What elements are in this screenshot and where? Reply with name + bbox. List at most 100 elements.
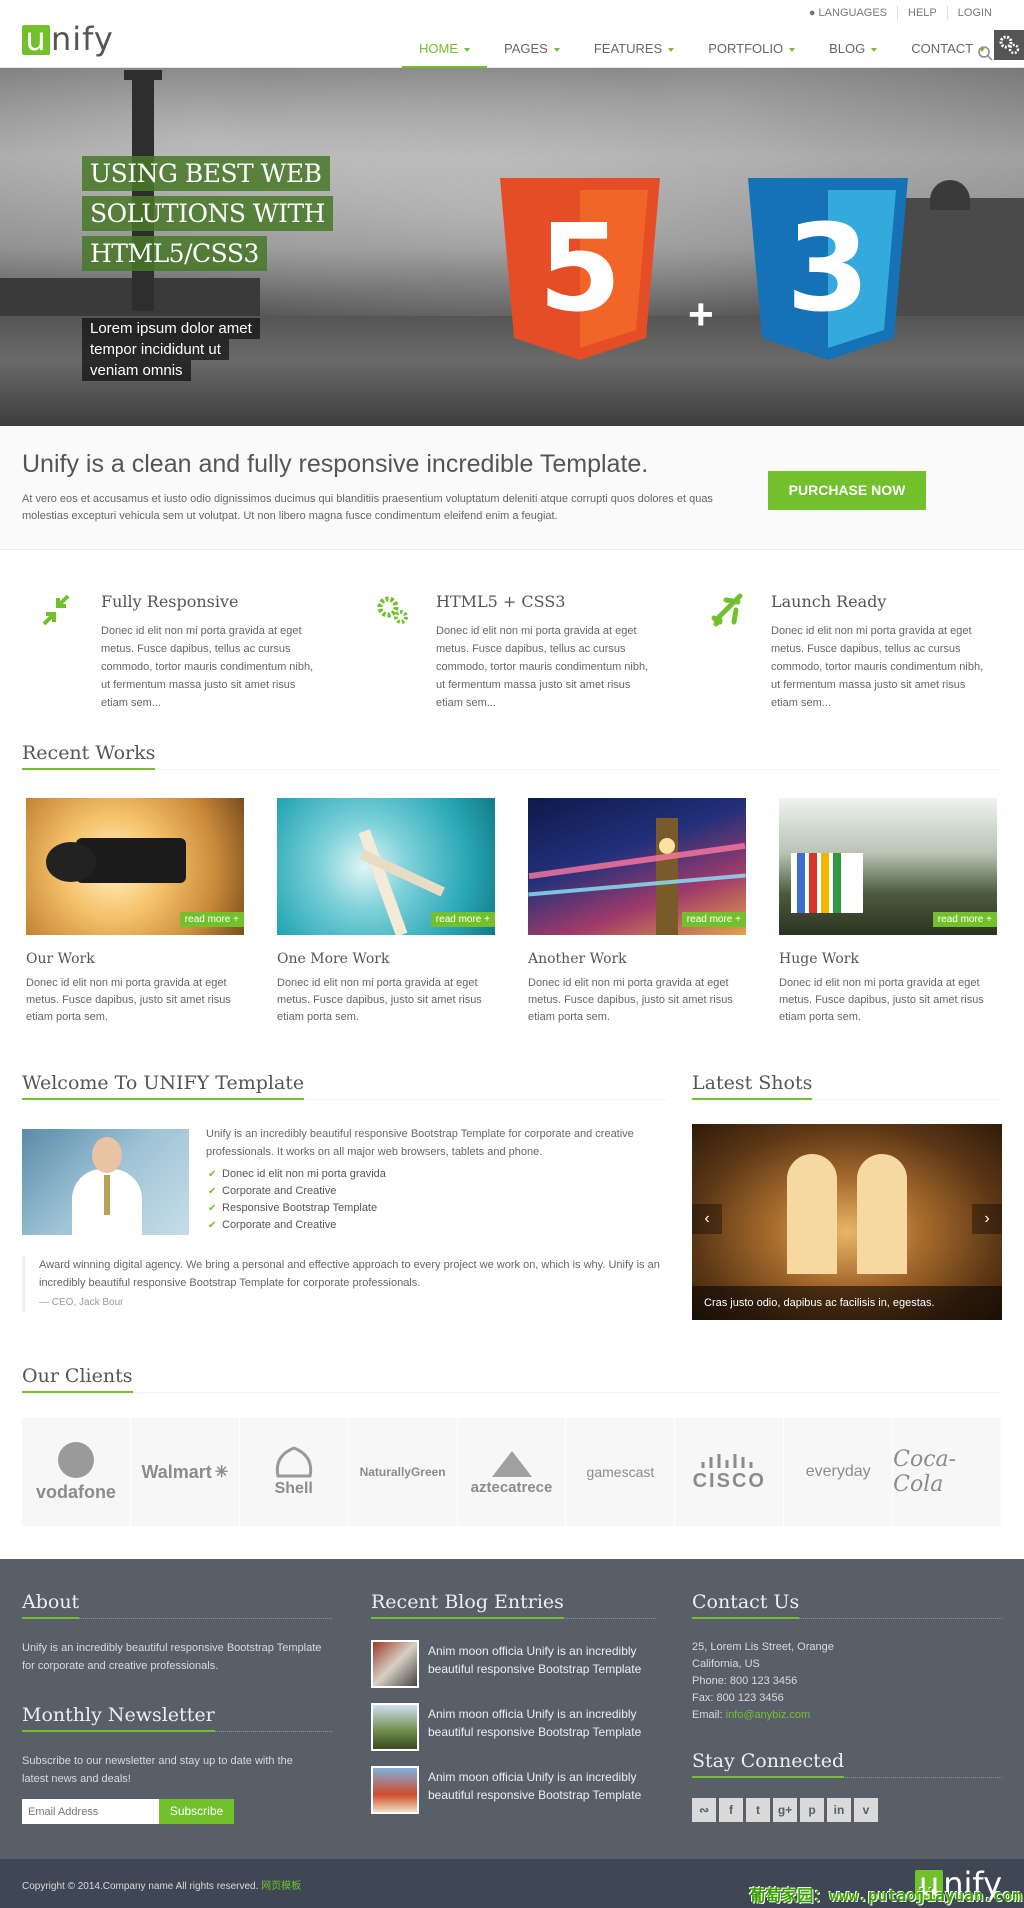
work-thumbnail[interactable]: read more + (528, 798, 746, 935)
hero-title-line: HTML5/CSS3 (82, 236, 267, 271)
work-thumbnail[interactable]: read more + (26, 798, 244, 935)
client-naturallygreen[interactable]: NaturallyGreen (349, 1418, 458, 1526)
nav-features[interactable]: FEATURES (577, 40, 691, 68)
client-vodafone[interactable]: vodafone (22, 1418, 131, 1526)
check-item: Donec id elit non mi porta gravida (208, 1166, 386, 1183)
logo[interactable]: u nify (22, 22, 114, 56)
copyright-bar: Copyright © 2014.Company name All rights… (0, 1859, 1024, 1908)
client-gamescast[interactable]: gamescast (566, 1418, 676, 1526)
welcome-heading: Welcome To UNIFY Template (22, 1072, 305, 1100)
help-link[interactable]: HELP (897, 6, 947, 20)
work-item[interactable]: read more + Our Work Donec id elit non m… (26, 798, 244, 1026)
client-everyday[interactable]: everyday (784, 1418, 894, 1526)
client-walmart[interactable]: Walmart ✳ (131, 1418, 240, 1526)
blog-entry-text[interactable]: Anim moon officia Unify is an incredibly… (428, 1705, 658, 1741)
blog-entry[interactable]: Anim moon officia Unify is an incredibly… (371, 1766, 661, 1814)
big-ben-shape (656, 818, 678, 935)
blog-thumbnail[interactable] (371, 1766, 419, 1814)
blog-entry-text[interactable]: Anim moon officia Unify is an incredibly… (428, 1768, 658, 1804)
read-more-button[interactable]: read more + (430, 912, 495, 927)
resize-icon (42, 594, 70, 626)
social-links: ∾ f t g+ p in v (692, 1798, 878, 1822)
stay-connected-headline: Stay Connected (692, 1750, 1002, 1778)
latest-shots-heading: Latest Shots (692, 1072, 813, 1100)
client-azteca[interactable]: aztecatrece (458, 1418, 567, 1526)
nav-home[interactable]: HOME (402, 40, 487, 68)
client-shell[interactable]: Shell (240, 1418, 349, 1526)
languages-link[interactable]: ● LANGUAGES (799, 6, 897, 20)
work-item[interactable]: read more + Another Work Donec id elit n… (528, 798, 746, 1026)
client-cisco[interactable]: CISCO (675, 1418, 785, 1526)
camera-lens-shape (46, 842, 96, 882)
nav-pages[interactable]: PAGES (487, 40, 577, 68)
vodafone-logo-icon (57, 1441, 94, 1478)
rss-icon[interactable]: ∾ (692, 1798, 716, 1822)
copyright-text: Copyright © 2014.Company name All rights… (22, 1881, 302, 1892)
newsletter-email-input[interactable] (22, 1799, 159, 1824)
work-title[interactable]: Another Work (528, 951, 746, 967)
service-text: Donec id elit non mi porta gravida at eg… (436, 625, 649, 709)
work-title[interactable]: Huge Work (779, 951, 997, 967)
about-headline: About (22, 1591, 332, 1619)
client-cocacola[interactable]: Coca-Cola (893, 1418, 1003, 1526)
welcome-intro: Unify is an incredibly beautiful respons… (206, 1128, 634, 1158)
azteca-logo-icon (491, 1450, 532, 1477)
blog-thumbnail[interactable] (371, 1640, 419, 1688)
blog-entry[interactable]: Anim moon officia Unify is an incredibly… (371, 1703, 661, 1751)
feature-checklist: Donec id elit non mi porta gravida Corpo… (208, 1166, 386, 1234)
carousel-next-button[interactable]: › (972, 1204, 1002, 1234)
svg-text:5: 5 (538, 200, 622, 339)
fax-text: Fax: 800 123 3456 (692, 1692, 784, 1704)
svg-text:3: 3 (786, 200, 870, 339)
google-sign-shape (791, 853, 863, 913)
work-item[interactable]: read more + One More Work Donec id elit … (277, 798, 495, 1026)
plane-icon (711, 593, 743, 627)
carousel-caption: Cras justo odio, dapibus ac facilisis in… (692, 1286, 1002, 1320)
email-row: Email: info@anybiz.com (692, 1709, 811, 1721)
blog-entry[interactable]: Anim moon officia Unify is an incredibly… (371, 1640, 661, 1688)
read-more-button[interactable]: read more + (681, 912, 746, 927)
testimonial-quote: Award winning digital agency. We bring a… (22, 1256, 662, 1312)
read-more-button[interactable]: read more + (932, 912, 997, 927)
work-text: Donec id elit non mi porta gravida at eg… (779, 977, 984, 1023)
vimeo-icon[interactable]: v (854, 1798, 878, 1822)
contact-info: 25, Lorem Lis Street, Orange California,… (692, 1639, 992, 1724)
read-more-button[interactable]: read more + (179, 912, 244, 927)
pinterest-icon[interactable]: p (800, 1798, 824, 1822)
twitter-icon[interactable]: t (746, 1798, 770, 1822)
blog-entry-text[interactable]: Anim moon officia Unify is an incredibly… (428, 1642, 658, 1678)
recent-works-heading: Recent Works (22, 742, 156, 770)
welcome-headline: Welcome To UNIFY Template (22, 1072, 665, 1100)
work-title[interactable]: Our Work (26, 951, 244, 967)
shell-logo-icon (275, 1446, 312, 1478)
style-switcher-button[interactable] (994, 30, 1024, 60)
gears-icon (377, 596, 408, 624)
hero-subtitle-line: Lorem ipsum dolor amet (82, 318, 260, 339)
arch-window-shape (787, 1154, 837, 1274)
caret-icon (668, 47, 675, 52)
address-line: 25, Lorem Lis Street, Orange (692, 1641, 834, 1653)
subscribe-button[interactable]: Subscribe (159, 1799, 234, 1824)
work-item[interactable]: read more + Huge Work Donec id elit non … (779, 798, 997, 1026)
blog-thumbnail[interactable] (371, 1703, 419, 1751)
face-shape (92, 1137, 122, 1173)
service-title: Launch Ready (771, 592, 887, 611)
nav-portfolio[interactable]: PORTFOLIO (691, 40, 812, 68)
latest-shots-headline: Latest Shots (692, 1072, 1002, 1100)
email-link[interactable]: info@anybiz.com (726, 1709, 811, 1721)
login-link[interactable]: LOGIN (946, 6, 1002, 20)
purchase-now-button[interactable]: PURCHASE NOW (768, 471, 926, 510)
nav-blog[interactable]: BLOG (812, 40, 894, 68)
work-thumbnail[interactable]: read more + (779, 798, 997, 935)
contact-headline: Contact Us (692, 1591, 1002, 1619)
work-thumbnail[interactable]: read more + (277, 798, 495, 935)
carousel-prev-button[interactable]: ‹ (692, 1204, 722, 1234)
purchase-block: Unify is a clean and fully responsive in… (0, 426, 1024, 550)
template-link[interactable]: 网页模板 (261, 1881, 301, 1892)
facebook-icon[interactable]: f (719, 1798, 743, 1822)
service-text: Donec id elit non mi porta gravida at eg… (101, 625, 314, 709)
work-title[interactable]: One More Work (277, 951, 495, 967)
linkedin-icon[interactable]: in (827, 1798, 851, 1822)
latest-shots-carousel: ‹ › Cras justo odio, dapibus ac facilisi… (692, 1124, 1002, 1320)
googleplus-icon[interactable]: g+ (773, 1798, 797, 1822)
